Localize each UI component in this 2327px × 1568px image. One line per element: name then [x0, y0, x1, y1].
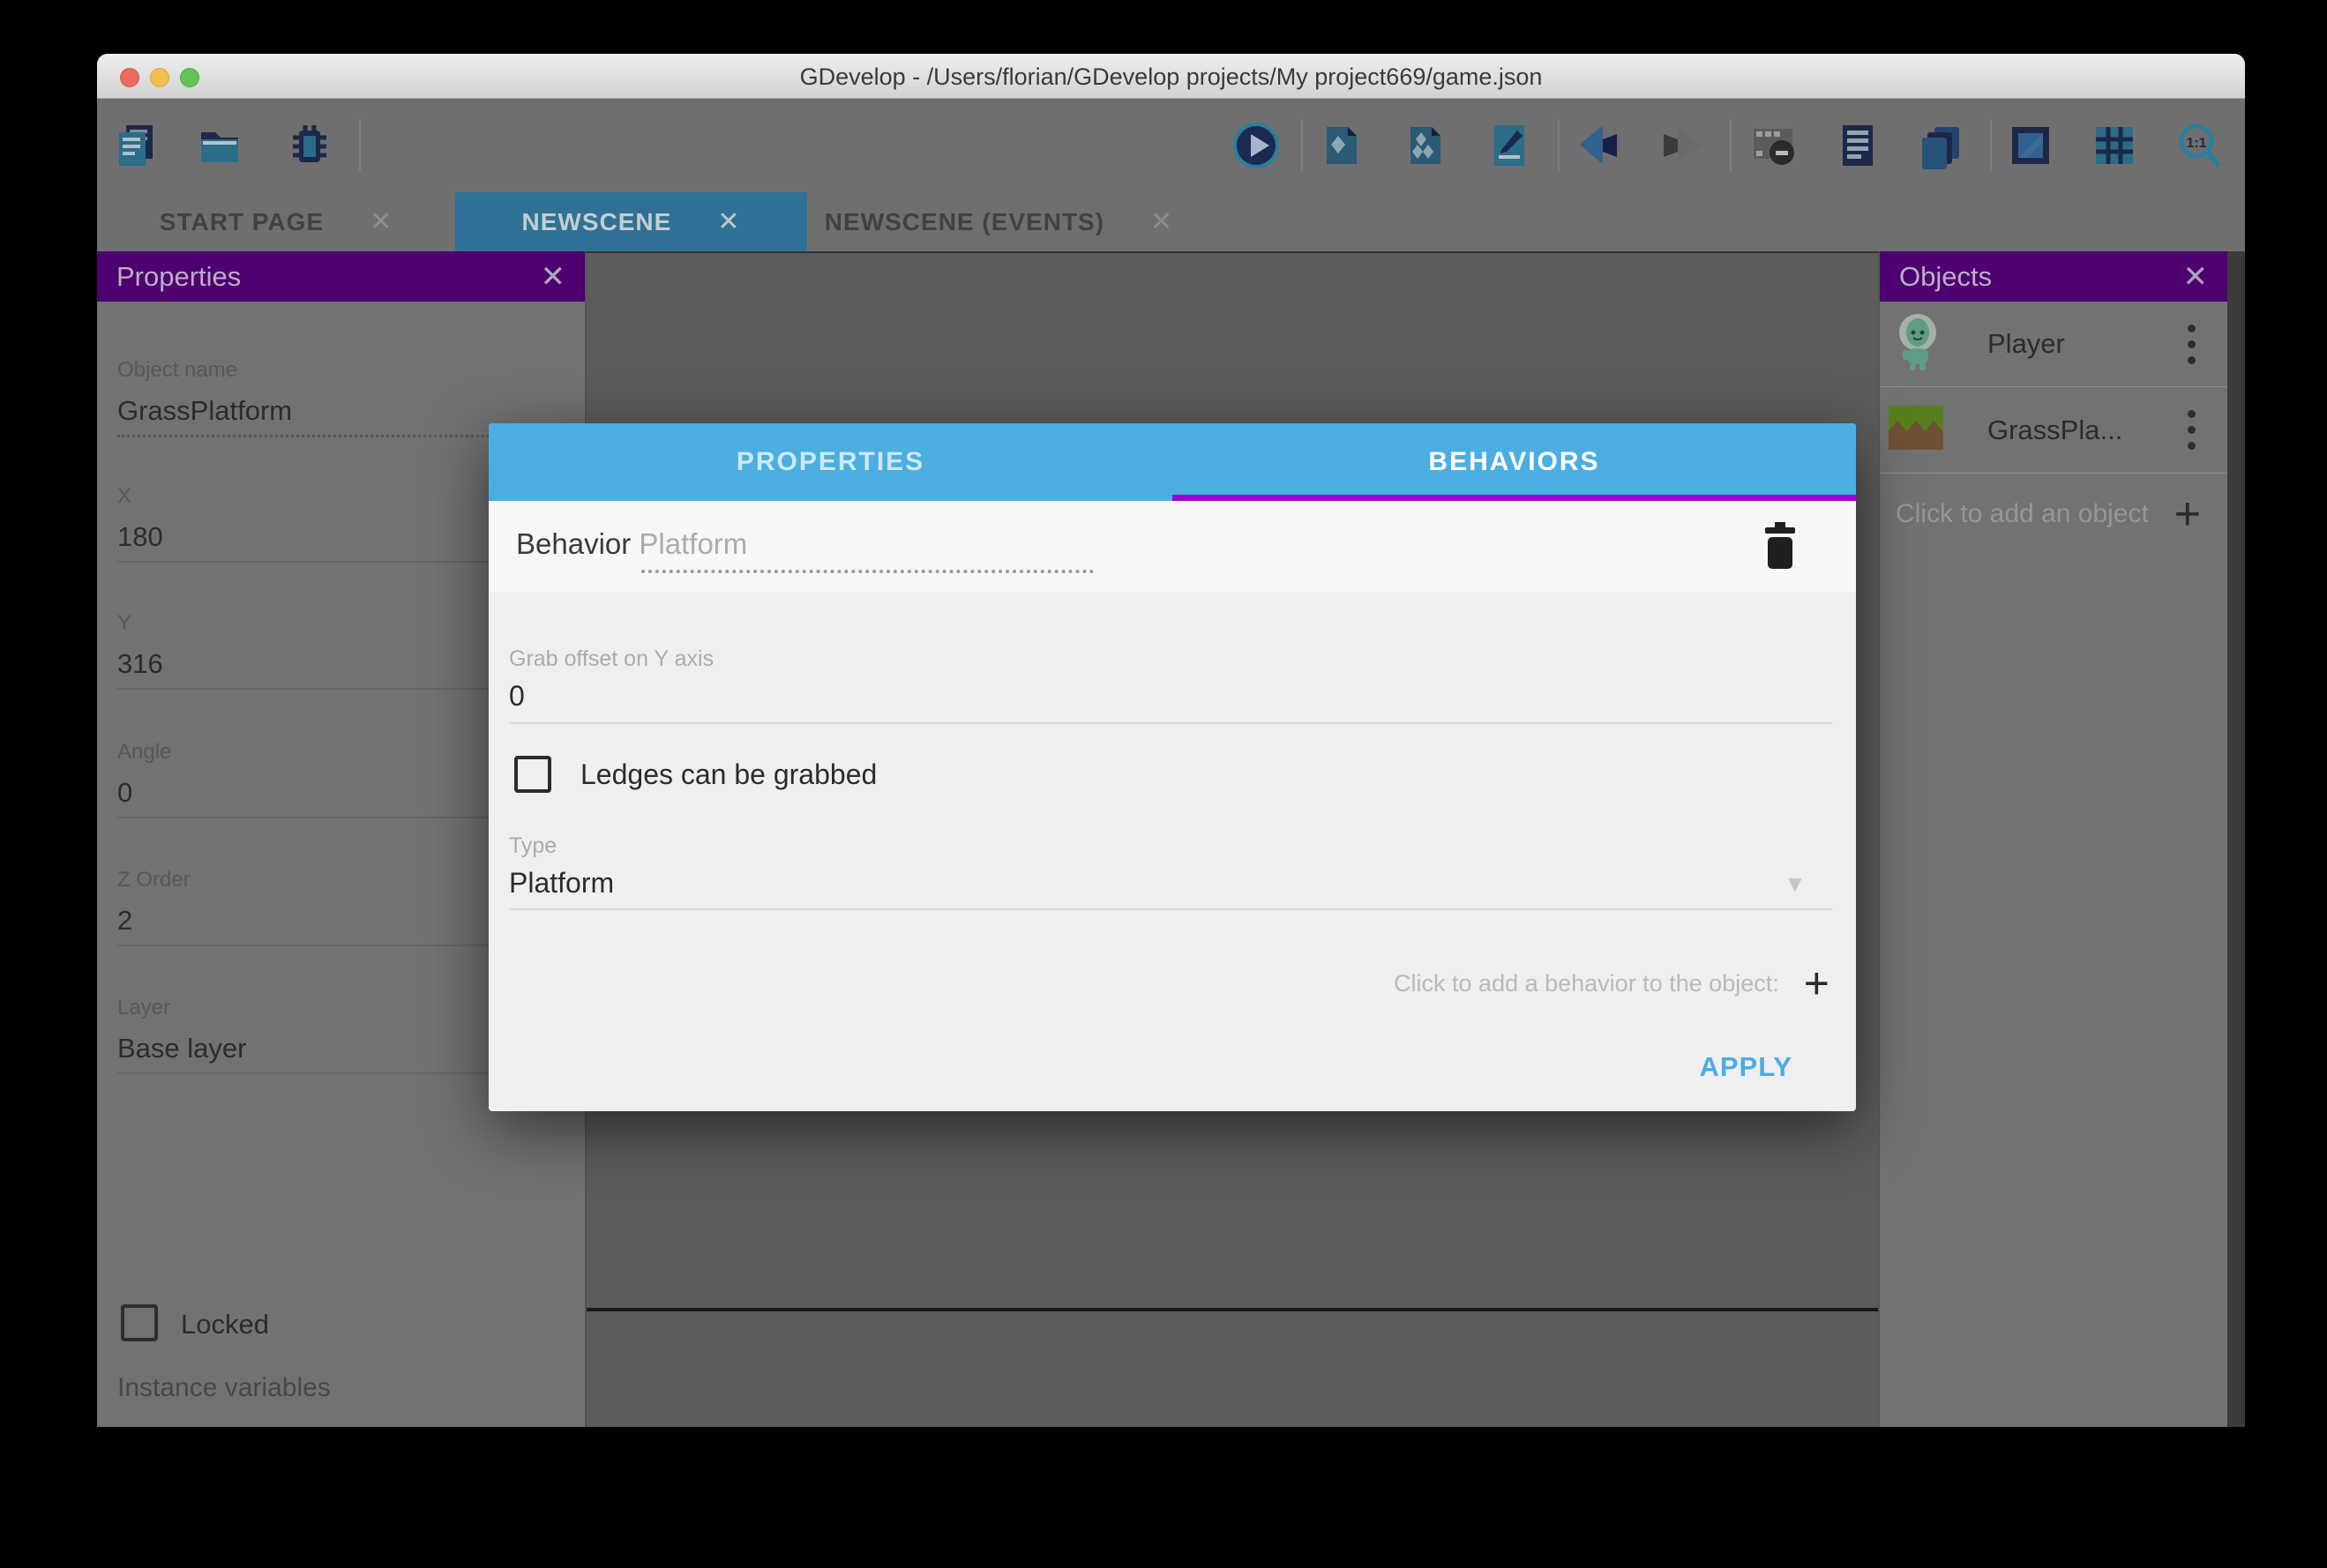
tab-label: NEWSCENE: [522, 208, 672, 236]
ledges-label: Ledges can be grabbed: [580, 758, 877, 791]
undo-icon[interactable]: [1573, 120, 1624, 171]
scrollbar-gutter: [2227, 251, 2245, 1427]
behaviors-dialog: PROPERTIES BEHAVIORS Behavior Platform G…: [489, 423, 1856, 1111]
apply-button[interactable]: APPLY: [1699, 1051, 1792, 1083]
objects-page-icon[interactable]: [1400, 120, 1451, 171]
debugger-icon[interactable]: [284, 120, 335, 171]
panel-title: Objects: [1899, 261, 1992, 293]
tab-bar: START PAGE ✕ NEWSCENE ✕ NEWSCENE (EVENTS…: [97, 192, 2245, 251]
add-behavior-label: Click to add a behavior to the object:: [1394, 970, 1779, 997]
grab-offset-label: Grab offset on Y axis: [509, 646, 714, 672]
gdevelop-window: GDevelop - /Users/florian/GDevelop proje…: [97, 54, 2245, 1427]
mask-icon[interactable]: [1748, 120, 1799, 171]
type-label: Type: [509, 833, 557, 859]
locked-checkbox[interactable]: [121, 1304, 158, 1341]
field-value[interactable]: GrassPlatform: [117, 394, 505, 428]
close-panel-icon[interactable]: ✕: [541, 259, 566, 295]
tab-label: NEWSCENE (EVENTS): [825, 208, 1104, 236]
object-name: Player: [1987, 328, 2065, 360]
chevron-down-icon[interactable]: ▼: [1784, 870, 1807, 898]
window-frame-icon[interactable]: [2005, 120, 2056, 171]
grab-offset-underline: [509, 722, 1832, 724]
dialog-tab-behaviors[interactable]: BEHAVIORS: [1172, 423, 1856, 501]
field-label: Object name: [117, 357, 505, 384]
properties-panel-header: Properties ✕: [97, 251, 585, 302]
object-menu-kebab-icon[interactable]: [2188, 325, 2196, 364]
scene-window-edge: [587, 1308, 1878, 1311]
locked-label: Locked: [181, 1309, 269, 1340]
object-name-field[interactable]: Object name GrassPlatform: [117, 357, 505, 437]
close-tab-icon[interactable]: ✕: [717, 206, 740, 237]
object-row-grassplatform[interactable]: GrassPla...: [1880, 387, 2227, 474]
plus-icon[interactable]: +: [2174, 491, 2201, 537]
dialog-tab-bar: PROPERTIES BEHAVIORS: [489, 423, 1856, 501]
pages-icon[interactable]: [112, 120, 163, 171]
zoom-fit-icon[interactable]: 1:1: [2174, 120, 2226, 171]
grid-icon[interactable]: [2089, 120, 2140, 171]
panel-title: Properties: [116, 261, 241, 293]
preview-play-icon[interactable]: [1231, 120, 1282, 171]
plus-icon[interactable]: +: [1804, 961, 1829, 1005]
svg-text:1:1: 1:1: [2186, 136, 2206, 151]
type-select[interactable]: Platform: [509, 867, 614, 900]
delete-behavior-trash-icon[interactable]: [1761, 522, 1799, 574]
toolbar: 1:1: [97, 99, 2245, 192]
player-object-icon: [1890, 311, 1945, 377]
edit-page-icon[interactable]: [1484, 120, 1535, 171]
close-tab-icon[interactable]: ✕: [370, 206, 393, 237]
scene-page-icon[interactable]: [1316, 120, 1367, 171]
close-tab-icon[interactable]: ✕: [1150, 206, 1173, 237]
layers-icon[interactable]: [1915, 120, 1966, 171]
object-name: GrassPla...: [1987, 414, 2122, 446]
active-tab-indicator: [1172, 495, 1856, 501]
ledges-checkbox[interactable]: [514, 756, 551, 793]
instance-variables-heading: Instance variables: [117, 1373, 331, 1403]
title-bar: GDevelop - /Users/florian/GDevelop proje…: [97, 54, 2245, 99]
grab-offset-input[interactable]: 0: [509, 680, 525, 713]
tab-start-page[interactable]: START PAGE ✕: [97, 192, 455, 251]
behavior-row: Behavior Platform: [489, 501, 1856, 593]
instances-list-icon[interactable]: [1832, 120, 1883, 171]
tab-newscene[interactable]: NEWSCENE ✕: [455, 192, 807, 251]
objects-panel: Objects ✕ Player GrassPla... Click to ad…: [1880, 251, 2227, 1427]
type-underline: [509, 908, 1832, 910]
dialog-tab-properties[interactable]: PROPERTIES: [489, 423, 1172, 501]
open-folder-icon[interactable]: [194, 120, 245, 171]
object-menu-kebab-icon[interactable]: [2188, 410, 2196, 450]
window-title: GDevelop - /Users/florian/GDevelop proje…: [97, 63, 2245, 91]
redo-icon[interactable]: [1657, 120, 1708, 171]
behavior-name-input[interactable]: Platform: [639, 527, 747, 560]
objects-panel-header: Objects ✕: [1880, 251, 2227, 302]
add-object-button[interactable]: Click to add an object +: [1880, 474, 2227, 555]
add-object-label: Click to add an object: [1896, 499, 2149, 529]
grass-platform-icon: [1889, 406, 1943, 454]
tab-newscene-events[interactable]: NEWSCENE (EVENTS) ✕: [807, 192, 1191, 251]
tab-label: START PAGE: [160, 208, 324, 236]
behavior-label: Behavior: [516, 527, 631, 560]
add-behavior-button[interactable]: Click to add a behavior to the object: +: [1394, 961, 1829, 1005]
behavior-name-underline: [641, 570, 1094, 573]
close-panel-icon[interactable]: ✕: [2183, 259, 2209, 295]
object-row-player[interactable]: Player: [1880, 302, 2227, 387]
